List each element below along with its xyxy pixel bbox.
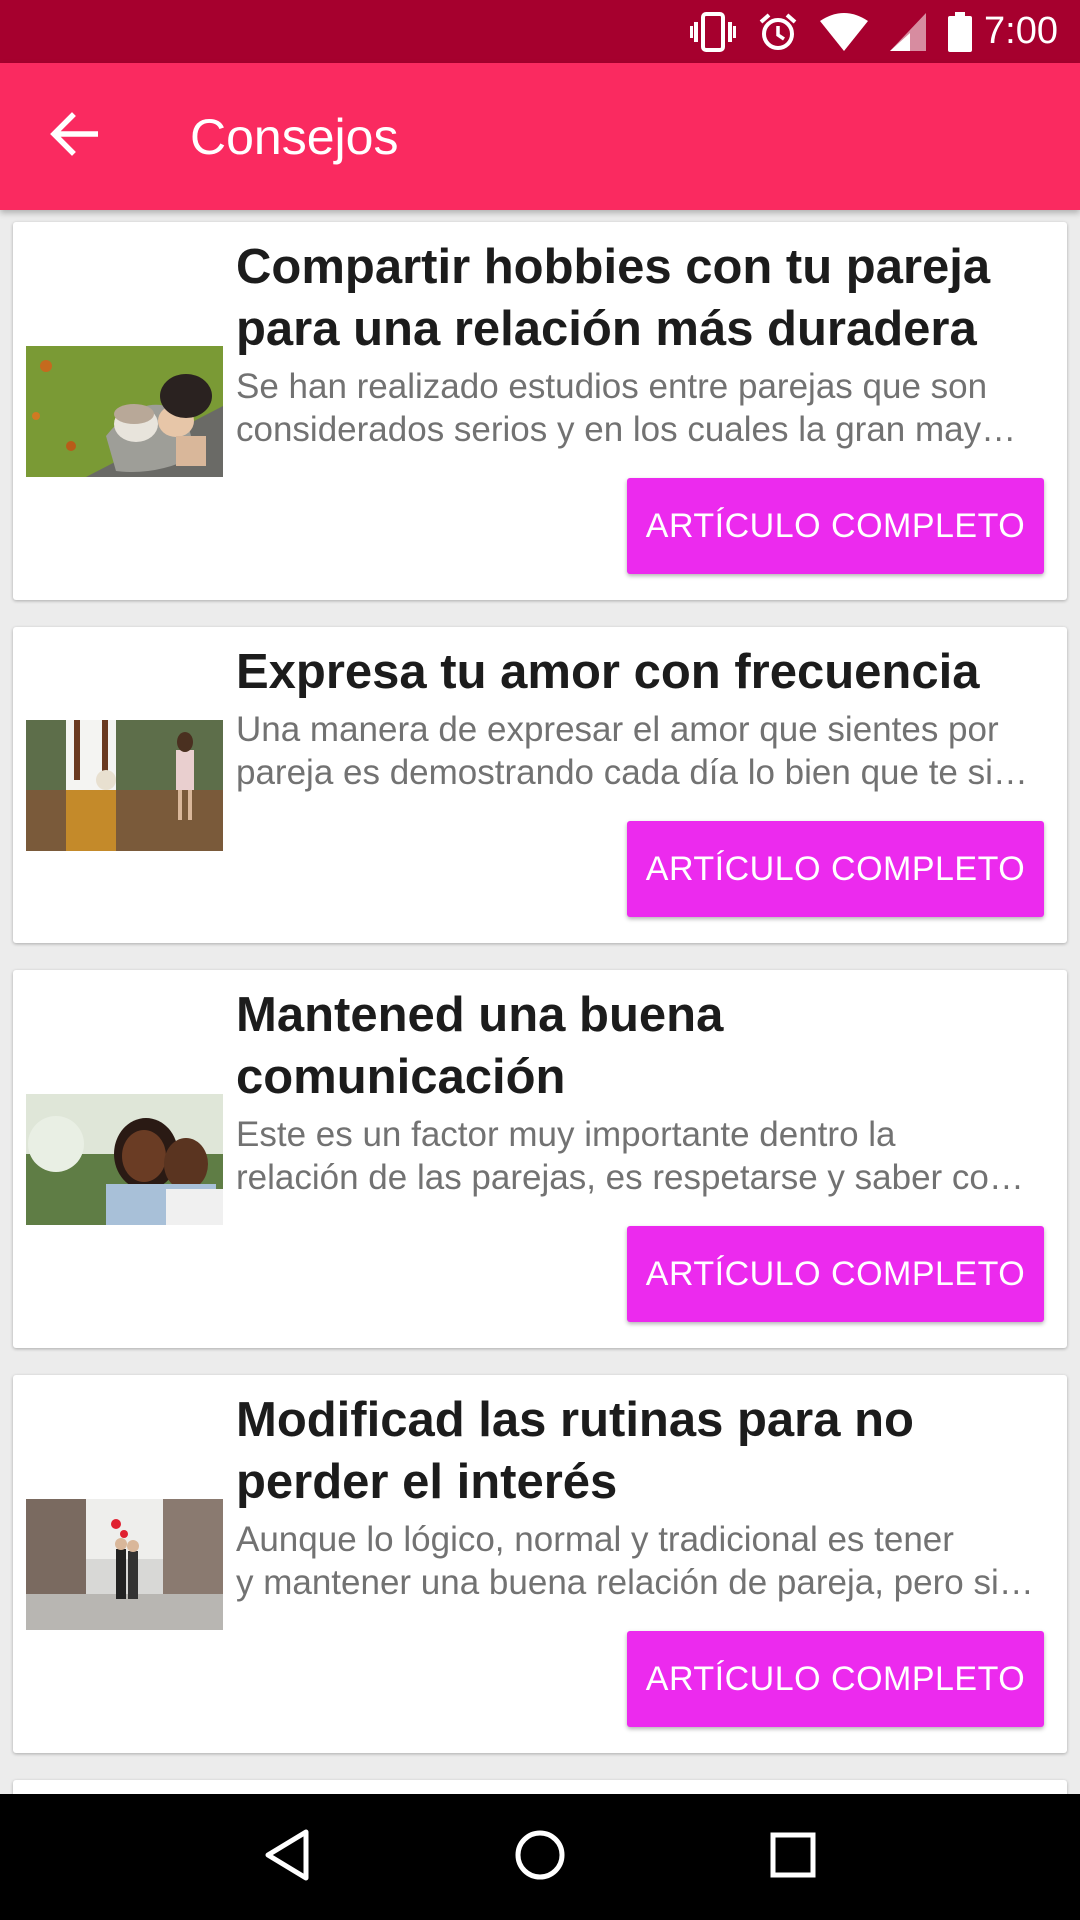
nav-recents-button[interactable] (743, 1807, 843, 1907)
article-list[interactable]: Compartir hobbies con tu pareja para una… (0, 210, 1080, 1794)
article-description: Una manera de expresar el amor que sient… (236, 708, 1053, 794)
article-card[interactable]: Mantened una buena comunicación Este es … (13, 970, 1067, 1348)
article-description: Se han realizado estudios entre parejas … (236, 365, 1053, 451)
article-description-line: Una manera de expresar el amor que sient… (236, 710, 999, 749)
article-image (26, 720, 223, 851)
article-card[interactable] (13, 1780, 1067, 1794)
alarm-icon (758, 12, 798, 52)
nav-back-button[interactable] (237, 1807, 337, 1907)
article-card[interactable]: Compartir hobbies con tu pareja para una… (13, 222, 1067, 600)
page-title: Consejos (190, 108, 399, 165)
article-description-line: Este es un factor muy importante dentro … (236, 1115, 896, 1154)
article-description-line: Se han realizado estudios entre parejas … (236, 367, 988, 406)
nav-home-button[interactable] (490, 1807, 590, 1907)
article-description: Aunque lo lógico, normal y tradicional e… (236, 1518, 1053, 1604)
article-description-line: Aunque lo lógico, normal y tradicional e… (236, 1520, 954, 1559)
back-triangle-icon (264, 1829, 310, 1886)
article-title: Expresa tu amor con frecuencia (236, 645, 980, 699)
article-description-line: relación de las parejas, es respetarse y… (236, 1158, 1024, 1197)
full-article-button[interactable]: ARTÍCULO COMPLETO (627, 1631, 1044, 1727)
app-bar: Consejos (0, 63, 1080, 210)
full-article-button[interactable]: ARTÍCULO COMPLETO (627, 478, 1044, 574)
home-circle-icon (514, 1829, 566, 1886)
status-time: 7:00 (984, 10, 1058, 52)
recents-square-icon (770, 1832, 816, 1883)
wifi-icon (820, 12, 869, 51)
vibrate-icon (690, 11, 737, 52)
article-image (26, 1094, 223, 1225)
article-card[interactable]: Expresa tu amor con frecuencia Una maner… (13, 627, 1067, 943)
article-title: Mantened una buena comunicación (236, 988, 724, 1104)
article-description-line: considerados serios y en los cuales la g… (236, 410, 1017, 449)
status-bar: 7:00 (0, 0, 1080, 63)
article-title: Modificad las rutinas para no perder el … (236, 1393, 914, 1509)
full-article-button[interactable]: ARTÍCULO COMPLETO (627, 1226, 1044, 1322)
back-button[interactable] (24, 87, 124, 187)
battery-icon (948, 11, 973, 52)
article-image (26, 1499, 223, 1630)
cell-signal-icon (890, 12, 927, 51)
article-description-line: y mantener una buena relación de pareja,… (236, 1563, 1034, 1602)
system-nav-bar (0, 1794, 1080, 1920)
article-title: Compartir hobbies con tu pareja para una… (236, 240, 991, 356)
arrow-back-icon (50, 112, 99, 161)
article-image (26, 346, 223, 477)
article-description-line: pareja es demostrando cada día lo bien q… (236, 753, 1028, 792)
article-description: Este es un factor muy importante dentro … (236, 1113, 1053, 1199)
full-article-button[interactable]: ARTÍCULO COMPLETO (627, 821, 1044, 917)
article-card[interactable]: Modificad las rutinas para no perder el … (13, 1375, 1067, 1753)
